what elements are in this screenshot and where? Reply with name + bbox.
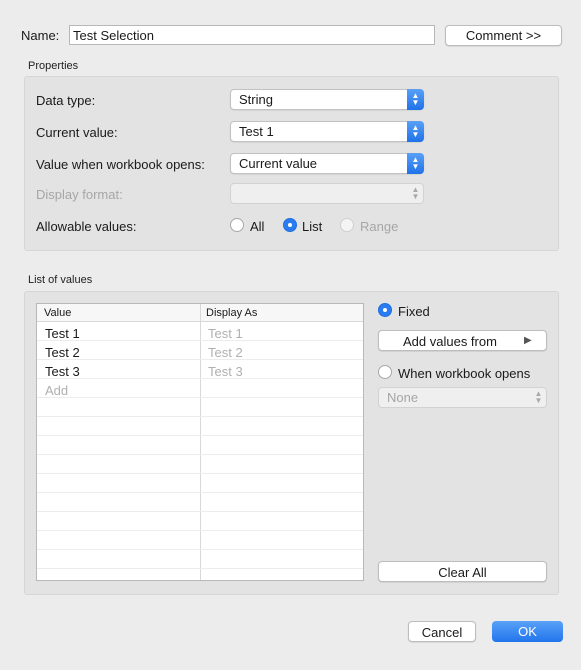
radio-fixed[interactable]: [378, 303, 392, 317]
chevron-updown-icon: ▲ ▼: [411, 185, 420, 201]
radio-fixed-label[interactable]: Fixed: [398, 304, 430, 319]
workbook-source-popup: None ▲ ▼: [378, 387, 547, 408]
ok-button[interactable]: OK: [492, 621, 563, 642]
display-format-popup: ▲ ▼: [230, 183, 424, 204]
workbook-opens-label: Value when workbook opens:: [36, 157, 205, 172]
row-divider: [37, 378, 363, 379]
values-table[interactable]: Value Display As Test 1 Test 1 Test 2 Te…: [36, 303, 364, 581]
row-divider: [37, 549, 363, 550]
allowable-values-label: Allowable values:: [36, 219, 137, 234]
workbook-opens-value: Current value: [239, 156, 318, 171]
row-divider: [37, 359, 363, 360]
table-row-1-value[interactable]: Test 1: [45, 326, 80, 341]
current-value-value: Test 1: [239, 124, 274, 139]
cancel-button[interactable]: Cancel: [408, 621, 476, 642]
row-divider: [37, 473, 363, 474]
radio-range-label: Range: [360, 219, 399, 234]
display-format-label: Display format:: [36, 187, 123, 202]
workbook-opens-popup[interactable]: Current value ▲ ▼: [230, 153, 424, 174]
table-row-2-display[interactable]: Test 2: [208, 345, 243, 360]
radio-list[interactable]: [283, 218, 297, 232]
add-value-placeholder[interactable]: Add: [45, 383, 68, 398]
row-divider: [37, 454, 363, 455]
chevron-updown-icon: ▲ ▼: [407, 89, 424, 110]
radio-all[interactable]: [230, 218, 244, 232]
radio-when-workbook-opens[interactable]: [378, 365, 392, 379]
data-type-value: String: [239, 92, 273, 107]
row-divider: [37, 397, 363, 398]
chevron-updown-icon: ▲ ▼: [534, 389, 543, 405]
name-label: Name:: [21, 28, 60, 43]
row-divider: [37, 340, 363, 341]
list-values-section-label: List of values: [28, 274, 93, 286]
radio-all-label[interactable]: All: [250, 219, 264, 234]
radio-list-label[interactable]: List: [302, 219, 322, 234]
workbook-source-value: None: [387, 390, 419, 405]
properties-section-label: Properties: [28, 60, 79, 72]
clear-all-button[interactable]: Clear All: [378, 561, 547, 582]
radio-range: [340, 218, 354, 232]
table-row-3-value[interactable]: Test 3: [45, 364, 80, 379]
add-values-from-label: Add values from: [403, 334, 497, 349]
row-divider: [37, 492, 363, 493]
table-row-1-display[interactable]: Test 1: [208, 326, 243, 341]
table-row-3-display[interactable]: Test 3: [208, 364, 243, 379]
radio-when-workbook-opens-label[interactable]: When workbook opens: [398, 366, 530, 381]
data-type-popup[interactable]: String ▲ ▼: [230, 89, 424, 110]
current-value-popup[interactable]: Test 1 ▲ ▼: [230, 121, 424, 142]
current-value-label: Current value:: [36, 125, 118, 140]
table-row-2-value[interactable]: Test 2: [45, 345, 80, 360]
add-values-from-button[interactable]: Add values from ▶: [378, 330, 547, 351]
row-divider: [37, 416, 363, 417]
chevron-updown-icon: ▲ ▼: [407, 153, 424, 174]
row-divider: [37, 435, 363, 436]
chevron-updown-icon: ▲ ▼: [407, 121, 424, 142]
row-divider: [37, 568, 363, 569]
column-header-value[interactable]: Value: [44, 307, 71, 319]
data-type-label: Data type:: [36, 93, 96, 108]
comment-button[interactable]: Comment >>: [445, 25, 562, 46]
row-divider: [37, 511, 363, 512]
column-header-display-as[interactable]: Display As: [206, 307, 257, 319]
name-field[interactable]: Test Selection: [69, 25, 435, 45]
column-separator: [200, 304, 201, 580]
triangle-right-icon: ▶: [524, 335, 532, 346]
row-divider: [37, 530, 363, 531]
